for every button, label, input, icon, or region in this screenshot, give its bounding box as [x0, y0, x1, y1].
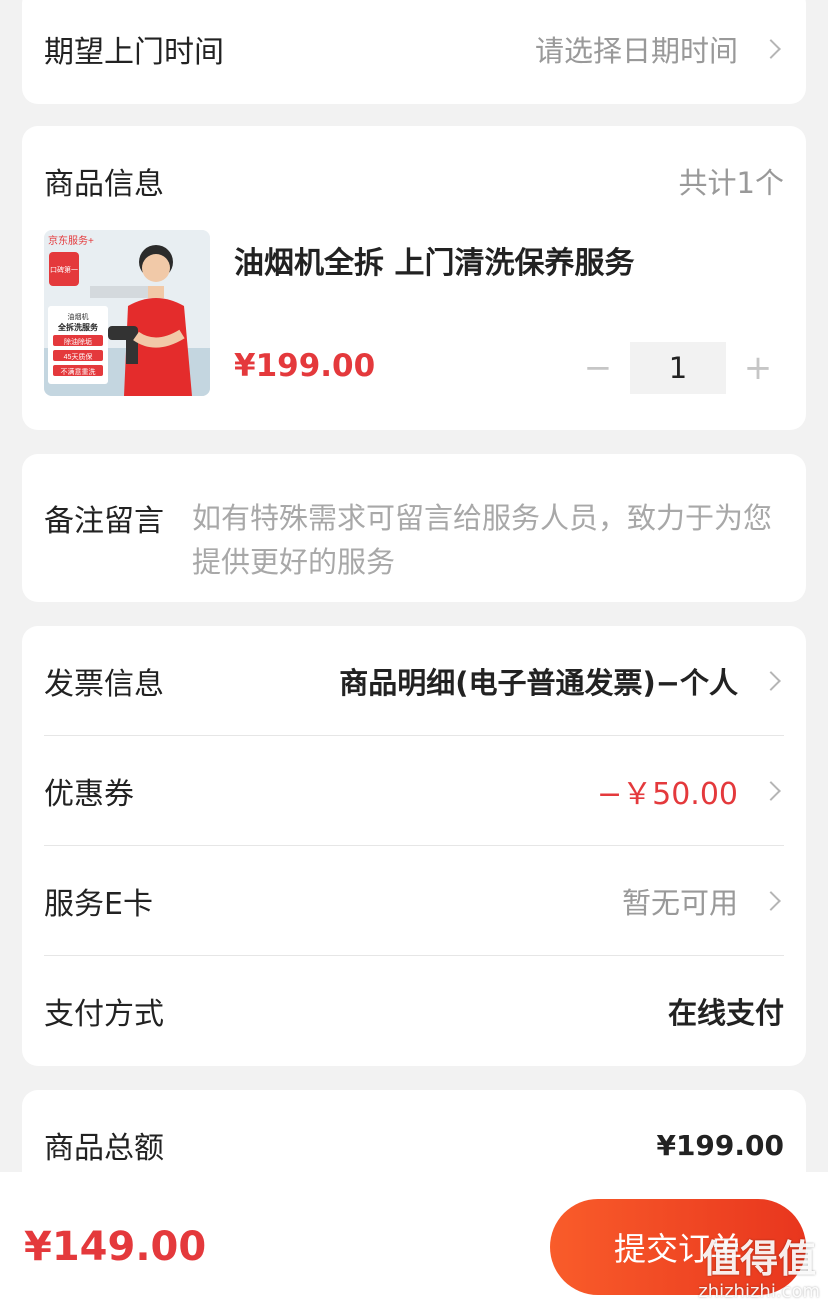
expected-time-placeholder: 请选择日期时间 [534, 34, 738, 68]
expected-time-row[interactable]: 期望上门时间 请选择日期时间 [44, 0, 784, 104]
thumb-badge-text: 口碑第一 [50, 265, 78, 274]
ecard-value: 暂无可用 [621, 886, 738, 920]
summary-label: 商品总额 [44, 1131, 164, 1166]
watermark-url: zhizhizhi.com [698, 1281, 820, 1302]
thumb-tag1: 除油除垢 [64, 337, 92, 346]
remark-label: 备注留言 [44, 504, 164, 539]
bottom-bar: ¥149.00 提交订单 值得值 zhizhizhi.com [0, 1172, 828, 1309]
product-card: 商品信息 共计1个 京东服务+ 口碑第一 油烟机 全拆洗服务 除油除垢 45天质… [22, 126, 806, 430]
coupon-row[interactable]: 优惠券 −￥50.00 [44, 736, 784, 846]
chevron-right-icon [761, 39, 781, 59]
payment-value: 在线支付 [667, 996, 784, 1030]
chevron-right-icon [761, 671, 781, 691]
product-image: 京东服务+ 口碑第一 油烟机 全拆洗服务 除油除垢 45天质保 不满意重洗 [44, 230, 210, 396]
watermark: 值得值 zhizhizhi.com [698, 1237, 820, 1303]
thumb-line1: 油烟机 [68, 312, 89, 321]
invoice-row[interactable]: 发票信息 商品明细(电子普通发票)−个人 [44, 626, 784, 736]
decrease-quantity-button[interactable]: − [572, 342, 624, 394]
increase-quantity-button[interactable]: + [732, 342, 784, 394]
order-total: ¥149.00 [24, 1224, 207, 1270]
summary-value: ¥199.00 [656, 1128, 784, 1162]
thumb-tag2: 45天质保 [64, 352, 93, 361]
remark-card: 备注留言 如有特殊需求可留言给服务人员，致力于为您提供更好的服务 [22, 454, 806, 602]
coupon-value: −￥50.00 [596, 777, 738, 812]
ecard-label: 服务E卡 [44, 887, 153, 922]
product-thumbnail[interactable]: 京东服务+ 口碑第一 油烟机 全拆洗服务 除油除垢 45天质保 不满意重洗 [44, 230, 210, 396]
expected-time-card: 期望上门时间 请选择日期时间 [22, 0, 806, 104]
product-count: 共计1个 [678, 166, 784, 200]
thumb-tag3: 不满意重洗 [61, 367, 96, 376]
chevron-right-icon [761, 891, 781, 911]
ecard-row[interactable]: 服务E卡 暂无可用 [44, 846, 784, 956]
remark-input[interactable]: 如有特殊需求可留言给服务人员，致力于为您提供更好的服务 [192, 496, 782, 584]
quantity-stepper: − 1 + [572, 342, 784, 394]
payment-row: 支付方式 在线支付 [44, 956, 784, 1066]
thumb-line2: 全拆洗服务 [57, 322, 99, 332]
coupon-label: 优惠券 [44, 777, 134, 812]
payment-label: 支付方式 [44, 997, 164, 1032]
product-section-title: 商品信息 [44, 167, 164, 202]
thumb-brand-text: 京东服务+ [48, 234, 94, 247]
product-price: ¥199.00 [234, 348, 376, 384]
watermark-logo: 值得值 [702, 1237, 817, 1281]
quantity-value[interactable]: 1 [630, 342, 726, 394]
order-options-card: 发票信息 商品明细(电子普通发票)−个人 优惠券 −￥50.00 服务E卡 暂无… [22, 626, 806, 1066]
product-section-header: 商品信息 共计1个 [44, 126, 784, 236]
expected-time-label: 期望上门时间 [44, 35, 224, 70]
chevron-right-icon [761, 781, 781, 801]
product-name[interactable]: 油烟机全拆 上门清洗保养服务 [234, 238, 634, 282]
invoice-value: 商品明细(电子普通发票)−个人 [339, 666, 738, 700]
invoice-label: 发票信息 [44, 667, 164, 702]
